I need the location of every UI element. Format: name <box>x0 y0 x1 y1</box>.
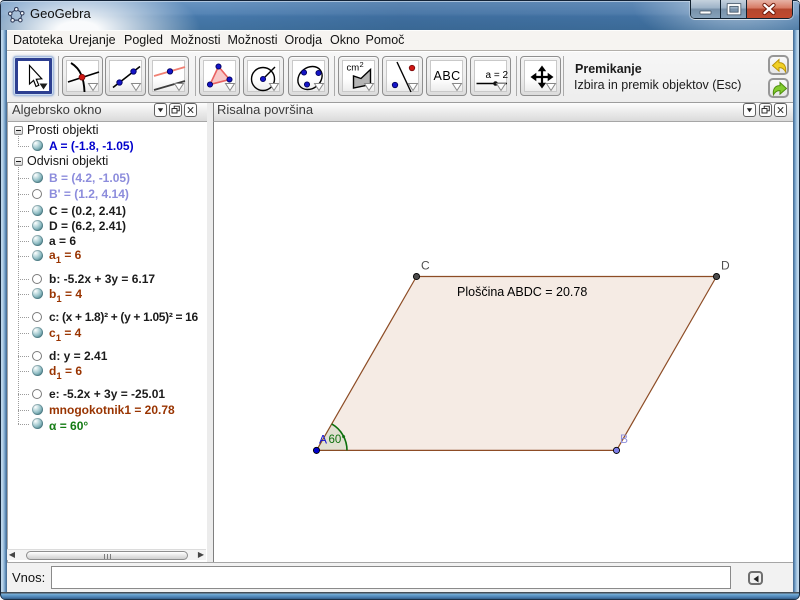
svg-text:C: C <box>421 259 430 273</box>
svg-text:Ploščina ABDC = 20.78: Ploščina ABDC = 20.78 <box>457 285 587 299</box>
svg-text:a = 2: a = 2 <box>486 70 509 81</box>
svg-text:cm: cm <box>347 63 360 74</box>
svg-text:ABC: ABC <box>434 69 461 83</box>
svg-text:2: 2 <box>360 61 364 69</box>
svg-text:60°: 60° <box>329 434 346 446</box>
svg-text:D: D <box>721 259 730 273</box>
svg-text:A: A <box>319 433 327 447</box>
svg-text:B: B <box>620 432 628 446</box>
